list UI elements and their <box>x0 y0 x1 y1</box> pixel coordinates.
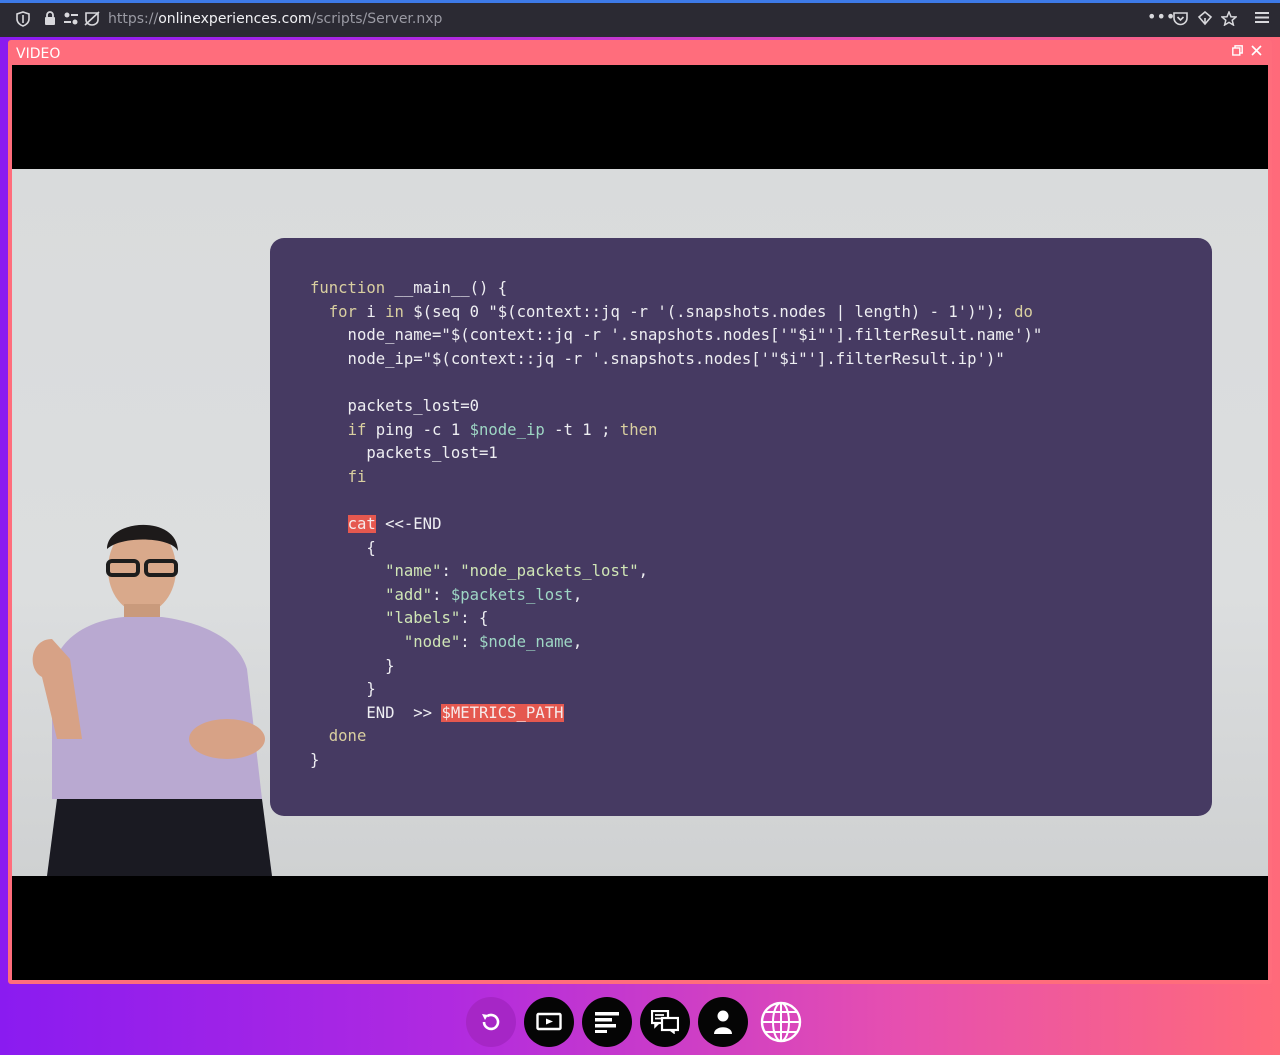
more-icon[interactable]: ••• <box>1147 9 1175 25</box>
code-line: "labels": { <box>385 609 489 628</box>
browser-url-bar: https://onlinexperiences.com/scripts/Ser… <box>0 0 1280 37</box>
list-icon <box>594 1011 620 1033</box>
bookmark-star-icon[interactable] <box>1220 10 1238 30</box>
screenshot-icon[interactable] <box>1197 10 1213 30</box>
code-line: } <box>310 750 320 769</box>
menu-icon[interactable] <box>1255 11 1269 28</box>
replay-icon <box>478 1009 504 1035</box>
code-line: "node": $node_name, <box>403 632 583 651</box>
code-line: "add": $packets_lost, <box>385 585 583 604</box>
replay-button[interactable] <box>466 997 516 1047</box>
panel-title: VIDEO <box>16 46 61 62</box>
shield-icon[interactable] <box>16 11 30 31</box>
tracking-icon[interactable] <box>84 11 100 30</box>
code-line: cat <<-END <box>347 514 442 533</box>
permissions-icon[interactable] <box>63 11 79 30</box>
code-line: node_ip="$(context::jq -r '.snapshots.no… <box>310 349 1005 368</box>
code-line: { <box>310 538 376 557</box>
url-scheme: https:// <box>108 11 159 27</box>
code-line: node_name="$(context::jq -r '.snapshots.… <box>310 326 1043 345</box>
profile-button[interactable] <box>698 997 748 1047</box>
video-frame: function __main__() { for i in $(seq 0 "… <box>12 169 1268 876</box>
agenda-button[interactable] <box>582 997 632 1047</box>
video-button[interactable] <box>524 997 574 1047</box>
video-player[interactable]: function __main__() { for i in $(seq 0 "… <box>12 65 1268 980</box>
code-line: END >> $METRICS_PATH <box>310 703 564 722</box>
code-line: } <box>310 680 376 699</box>
code-block: function __main__() { for i in $(seq 0 "… <box>310 277 1042 772</box>
chat-icon <box>651 1010 679 1034</box>
chat-button[interactable] <box>640 997 690 1047</box>
close-icon[interactable] <box>1251 45 1262 60</box>
code-line: function __main__() { <box>310 279 508 297</box>
pocket-icon[interactable] <box>1173 11 1188 30</box>
code-line: done <box>328 727 367 746</box>
code-line: for i in $(seq 0 "$(context::jq -r '(.sn… <box>328 302 1033 321</box>
code-line: } <box>310 656 395 675</box>
url-path: /scripts/Server.nxp <box>311 11 443 27</box>
code-slide: function __main__() { for i in $(seq 0 "… <box>270 238 1212 816</box>
url-text[interactable]: https://onlinexperiences.com/scripts/Ser… <box>108 11 442 27</box>
code-line: "name": "node_packets_lost", <box>385 562 649 581</box>
globe-icon <box>759 1000 803 1044</box>
code-line: fi <box>347 467 367 486</box>
person-icon <box>712 1009 734 1035</box>
video-screen-icon <box>536 1012 562 1032</box>
popout-icon[interactable] <box>1232 45 1243 60</box>
code-line: if ping -c 1 $node_ip -t 1 ; then <box>347 420 658 439</box>
code-line: packets_lost=0 <box>310 396 479 415</box>
lock-icon[interactable] <box>44 11 56 30</box>
language-button[interactable] <box>756 997 806 1047</box>
url-host: onlinexperiences.com <box>158 11 312 27</box>
code-line: packets_lost=1 <box>310 444 498 463</box>
presenter-image <box>32 524 272 876</box>
